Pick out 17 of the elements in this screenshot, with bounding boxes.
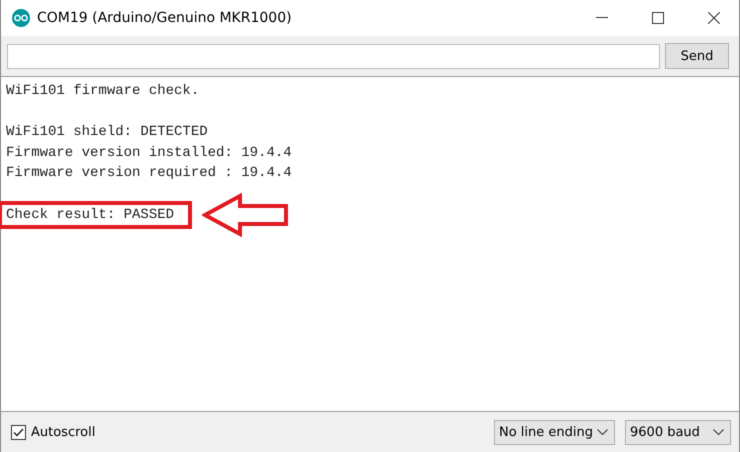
minimize-icon[interactable]	[596, 17, 608, 19]
line-ending-dropdown[interactable]: No line ending	[494, 420, 615, 444]
message-input-field[interactable]	[7, 44, 660, 68]
window-title: COM19 (Arduino/Genuino MKR1000)	[37, 10, 293, 26]
app-logo-icon	[11, 8, 31, 28]
autoscroll-label: Autoscroll	[31, 424, 96, 440]
close-icon[interactable]	[708, 12, 720, 24]
output-line: Firmware version installed: 19.4.4	[6, 144, 292, 163]
caret-icon	[597, 428, 608, 436]
maximize-icon[interactable]	[652, 12, 664, 24]
autoscroll-checkbox[interactable]	[11, 424, 26, 440]
send-button[interactable]: Send	[665, 43, 729, 69]
output-line: Firmware version required : 19.4.4	[6, 164, 292, 184]
output-line: WiFi101 shield: DETECTED	[6, 123, 208, 142]
baud-rate-dropdown[interactable]: 9600 baud	[625, 420, 731, 444]
output-line: WiFi101 firmware check.	[6, 82, 200, 101]
caret-icon	[713, 428, 724, 436]
